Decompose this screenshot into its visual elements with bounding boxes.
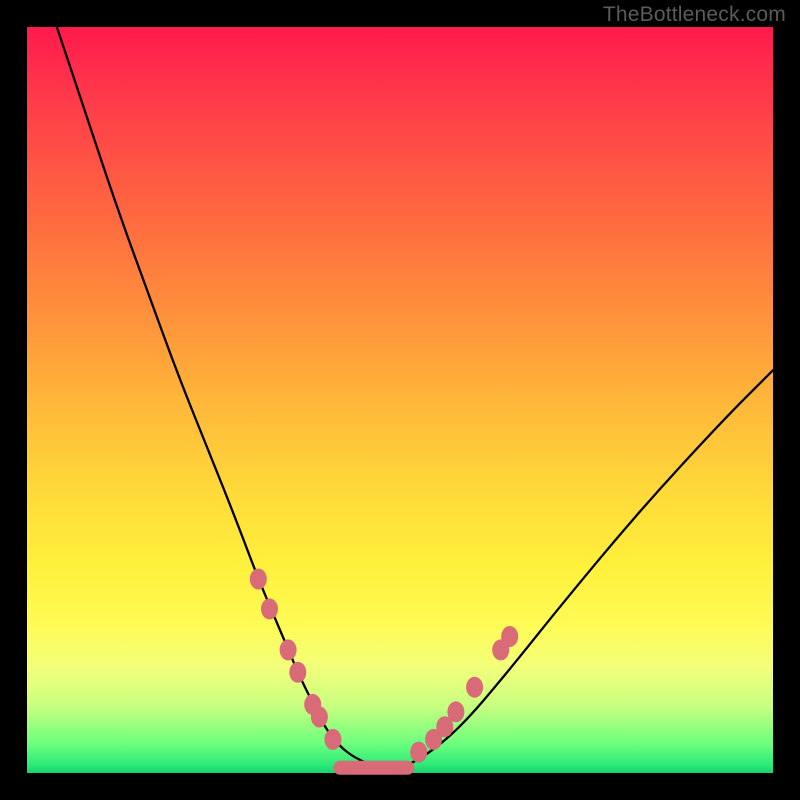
plot-area (27, 27, 773, 773)
marker-left (289, 662, 306, 683)
marker-left (311, 707, 328, 728)
marker-right (447, 701, 464, 722)
marker-left (324, 729, 341, 750)
marker-left (261, 598, 278, 619)
watermark-text: TheBottleneck.com (603, 3, 786, 27)
chart-frame: TheBottleneck.com (0, 0, 800, 800)
markers-group (250, 569, 518, 763)
marker-left (280, 639, 297, 660)
bottleneck-curve (57, 27, 773, 768)
chart-svg (27, 27, 773, 773)
marker-right (466, 677, 483, 698)
marker-right (410, 742, 427, 763)
marker-left (250, 569, 267, 590)
marker-right (501, 626, 518, 647)
